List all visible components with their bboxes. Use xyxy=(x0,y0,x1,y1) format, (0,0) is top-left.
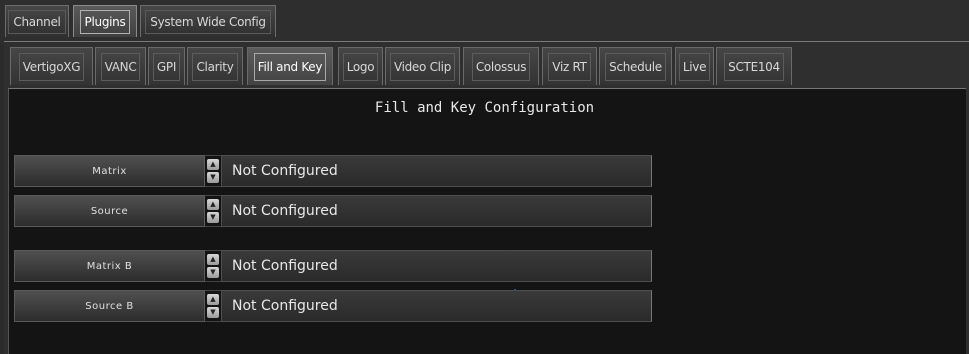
tab-logo[interactable]: Logo xyxy=(338,47,383,85)
matrix-button[interactable]: Matrix xyxy=(14,155,205,187)
tab-vanc-label: VANC xyxy=(100,52,141,81)
source-b-value-field[interactable]: Not Configured xyxy=(221,290,652,322)
tab-clarity[interactable]: Clarity xyxy=(187,47,243,85)
tab-live[interactable]: Live xyxy=(675,47,714,85)
tab-vertigoxg-label: VertigoXG xyxy=(18,52,85,81)
chevron-down-icon[interactable]: ▼ xyxy=(207,212,219,223)
matrix-b-button[interactable]: Matrix B xyxy=(14,250,205,282)
tab-video-clip[interactable]: Video Clip xyxy=(385,47,460,85)
config-row-source-b: Source B ▲ ▼ Not Configured xyxy=(14,290,652,322)
tab-schedule[interactable]: Schedule xyxy=(599,47,672,85)
tab-video-clip-label: Video Clip xyxy=(389,52,456,81)
tab-scte104[interactable]: SCTE104 xyxy=(716,47,792,85)
tab-plugins[interactable]: Plugins xyxy=(73,5,137,37)
chevron-up-icon[interactable]: ▲ xyxy=(207,254,219,265)
config-row-matrix-b: Matrix B ▲ ▼ Not Configured xyxy=(14,250,652,282)
matrix-b-value-field[interactable]: Not Configured xyxy=(221,250,652,282)
tab-scte104-label: SCTE104 xyxy=(724,52,784,81)
matrix-spinner[interactable]: ▲ ▼ xyxy=(205,155,221,187)
tab-colossus-label: Colossus xyxy=(471,52,531,81)
cursor-artifact xyxy=(514,289,516,291)
source-value-field[interactable]: Not Configured xyxy=(221,195,652,227)
tab-vanc[interactable]: VANC xyxy=(95,47,146,85)
tab-channel-label: Channel xyxy=(8,9,66,34)
chevron-up-icon[interactable]: ▲ xyxy=(207,159,219,170)
chevron-down-icon[interactable]: ▼ xyxy=(207,172,219,183)
tab-schedule-label: Schedule xyxy=(605,52,666,81)
tab-colossus[interactable]: Colossus xyxy=(463,47,539,85)
matrix-b-spinner[interactable]: ▲ ▼ xyxy=(205,250,221,282)
chevron-up-icon[interactable]: ▲ xyxy=(207,294,219,305)
source-button[interactable]: Source xyxy=(14,195,205,227)
tab-live-label: Live xyxy=(678,52,711,81)
source-b-spinner[interactable]: ▲ ▼ xyxy=(205,290,221,322)
page-title: Fill and Key Configuration xyxy=(374,100,595,116)
source-spinner[interactable]: ▲ ▼ xyxy=(205,195,221,227)
tab-vertigoxg[interactable]: VertigoXG xyxy=(10,47,93,85)
tab-fill-and-key-label: Fill and Key xyxy=(253,52,327,81)
tab-gpi-label: GPI xyxy=(152,52,181,81)
chevron-down-icon[interactable]: ▼ xyxy=(207,307,219,318)
tab-system-wide-config-label: System Wide Config xyxy=(145,9,271,34)
chevron-up-icon[interactable]: ▲ xyxy=(207,199,219,210)
source-b-button[interactable]: Source B xyxy=(14,290,205,322)
tab-channel[interactable]: Channel xyxy=(5,5,69,37)
chevron-down-icon[interactable]: ▼ xyxy=(207,267,219,278)
tab-viz-rt[interactable]: Viz RT xyxy=(542,47,597,85)
tab-system-wide-config[interactable]: System Wide Config xyxy=(140,5,276,37)
tab-gpi[interactable]: GPI xyxy=(148,47,185,85)
tab-clarity-label: Clarity xyxy=(192,52,238,81)
matrix-value-field[interactable]: Not Configured xyxy=(221,155,652,187)
tab-viz-rt-label: Viz RT xyxy=(548,52,591,81)
config-row-source: Source ▲ ▼ Not Configured xyxy=(14,195,652,227)
tab-plugins-label: Plugins xyxy=(79,9,131,34)
config-row-matrix: Matrix ▲ ▼ Not Configured xyxy=(14,155,652,187)
tab-logo-label: Logo xyxy=(342,52,379,81)
tab-fill-and-key[interactable]: Fill and Key xyxy=(247,47,333,85)
